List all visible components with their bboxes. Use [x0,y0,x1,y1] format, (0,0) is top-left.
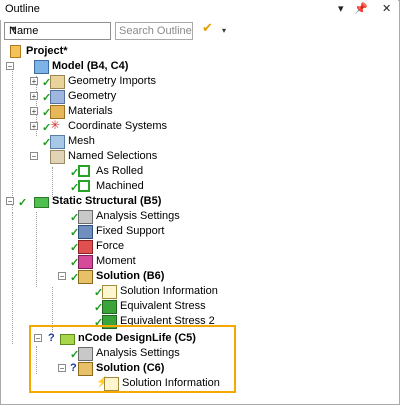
expand-icon[interactable]: + [30,92,38,101]
named-selection-icon [78,180,90,192]
chevron-down-icon: ▼ [9,24,18,34]
tree-item-label: As Rolled [96,165,144,177]
static-structural-icon [34,197,49,208]
tree-line [12,212,13,344]
search-placeholder: Search Outline [119,25,192,37]
tree-item-label: Materials [68,105,113,117]
tree-item-label: Project* [26,45,68,57]
named-selections-icon [50,150,65,164]
tree-item-label: Geometry Imports [68,75,157,87]
mesh-icon [50,135,65,149]
tree-item-label: Model (B4, C4) [52,60,129,72]
dropdown-icon[interactable]: ▾ [338,2,344,15]
expand-icon[interactable]: + [30,122,38,131]
search-input[interactable]: Search Outline [115,22,193,40]
tree-item-label: Geometry [68,90,117,102]
model-icon [34,60,49,74]
tree-line [12,62,13,210]
tree-item-label: Solution Information [120,285,218,297]
equivalent-stress-icon [102,300,117,314]
title-bar: Outline ▾ 📌 ✕ [0,0,398,20]
project-icon [10,45,21,58]
tree-item-label: Analysis Settings [96,210,180,222]
expand-icon[interactable]: + [30,107,38,116]
tree-item-label: Fixed Support [96,225,165,237]
name-select[interactable]: Name ▼ [4,22,111,40]
moment-icon [78,255,93,269]
menu-arrow-icon[interactable]: ▾ [222,26,226,35]
highlight-box [29,325,236,393]
collapse-icon[interactable]: − [6,62,14,71]
tree-item-label: Equivalent Stress [120,300,206,312]
tree-item-label: Mesh [68,135,95,147]
collapse-icon[interactable]: − [6,197,14,206]
expand-icon[interactable]: + [30,77,38,86]
tree-line [36,212,37,287]
tree-item-label: Static Structural (B5) [52,195,162,207]
fixed-support-icon [78,225,93,239]
materials-icon [50,105,65,119]
pin-icon[interactable]: 📌 [354,2,368,15]
filter-icon[interactable]: ✔ [202,20,213,36]
geometry-icon [50,90,65,104]
solution-icon [78,270,93,284]
tree-item-label: Moment [96,255,136,267]
collapse-icon[interactable]: − [58,272,66,281]
tree-item-label: Machined [96,180,144,192]
close-icon[interactable]: ✕ [382,2,391,15]
named-selection-icon [78,165,90,177]
collapse-icon[interactable]: − [30,152,38,161]
tree-item-label: Solution (B6) [96,270,165,282]
coordinate-systems-icon: ✳ [50,118,61,132]
force-icon [78,240,93,254]
tree-item-label: Coordinate Systems [68,120,168,132]
panel-title: Outline [5,3,40,15]
solution-information-icon [102,285,117,299]
analysis-settings-icon [78,210,93,224]
tree-item-label: Named Selections [68,150,158,162]
tree-line [52,167,53,197]
check-icon: ✓ [18,197,28,209]
geometry-imports-icon [50,75,65,89]
tree-item-label: Force [96,240,125,252]
